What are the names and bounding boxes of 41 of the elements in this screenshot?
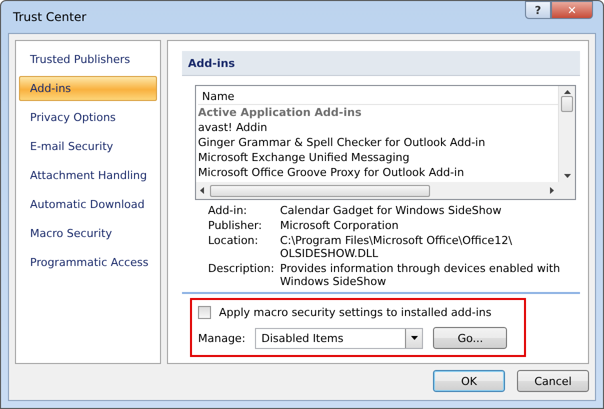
- checkbox[interactable]: [198, 306, 211, 319]
- detail-value: C:\Program Files\Microsoft Office\Office12\ OLSIDESHOW.DLL: [280, 234, 514, 260]
- scroll-down-icon[interactable]: [564, 174, 570, 178]
- detail-label: Publisher:: [208, 219, 264, 232]
- window-title: Trust Center: [13, 10, 86, 24]
- detail-value: Provides information through devices enabled with Windows SideShow: [280, 262, 562, 288]
- manage-label: Manage:: [198, 332, 246, 344]
- section-header: Add-ins: [182, 51, 580, 76]
- detail-value: Microsoft Corporation: [280, 219, 400, 232]
- sidebar-item[interactable]: Automatic Download: [19, 192, 157, 217]
- sidebar-item[interactable]: E-mail Security: [19, 134, 157, 159]
- help-button[interactable]: ?: [525, 1, 551, 19]
- list-item[interactable]: avast! Addin: [198, 120, 558, 135]
- cancel-button[interactable]: Cancel: [517, 370, 589, 392]
- list-item[interactable]: Microsoft Office Groove Proxy for Outlook Add-in: [198, 165, 558, 180]
- scroll-right-icon[interactable]: [550, 187, 554, 194]
- list-item[interactable]: Ginger Grammar & Spell Checker for Outlook Add-in: [198, 135, 558, 150]
- horizontal-scrollbar[interactable]: [196, 182, 558, 199]
- scroll-up-icon[interactable]: [564, 90, 570, 94]
- sidebar-item[interactable]: Add-ins: [19, 76, 157, 101]
- detail-value: Calendar Gadget for Windows SideShow: [280, 204, 502, 217]
- scroll-left-icon[interactable]: [200, 187, 204, 194]
- go-button[interactable]: Go...: [433, 327, 508, 349]
- sidebar-item[interactable]: Privacy Options: [19, 105, 157, 130]
- sidebar-item[interactable]: Programmatic Access: [19, 250, 157, 275]
- sidebar-item[interactable]: Trusted Publishers: [19, 47, 157, 72]
- group-heading: Active Application Add-ins: [198, 105, 362, 120]
- detail-label: Location:: [208, 234, 260, 249]
- column-header[interactable]: Name: [198, 88, 558, 105]
- detail-label: Add-in:: [208, 204, 248, 217]
- sidebar-item[interactable]: Attachment Handling: [19, 163, 157, 188]
- manage-dropdown[interactable]: Disabled Items: [255, 328, 424, 348]
- ok-button[interactable]: OK: [433, 370, 505, 392]
- dropdown-arrow-icon[interactable]: [410, 336, 418, 340]
- checkbox-label: Apply macro security settings to installed add-ins: [219, 306, 492, 319]
- detail-label: Description:: [208, 262, 276, 277]
- sidebar-item[interactable]: Macro Security: [19, 221, 157, 246]
- scroll-thumb[interactable]: [210, 184, 430, 196]
- scroll-thumb[interactable]: [561, 96, 573, 112]
- vertical-scrollbar[interactable]: [558, 86, 575, 182]
- list-item[interactable]: Microsoft Exchange Unified Messaging: [198, 150, 558, 165]
